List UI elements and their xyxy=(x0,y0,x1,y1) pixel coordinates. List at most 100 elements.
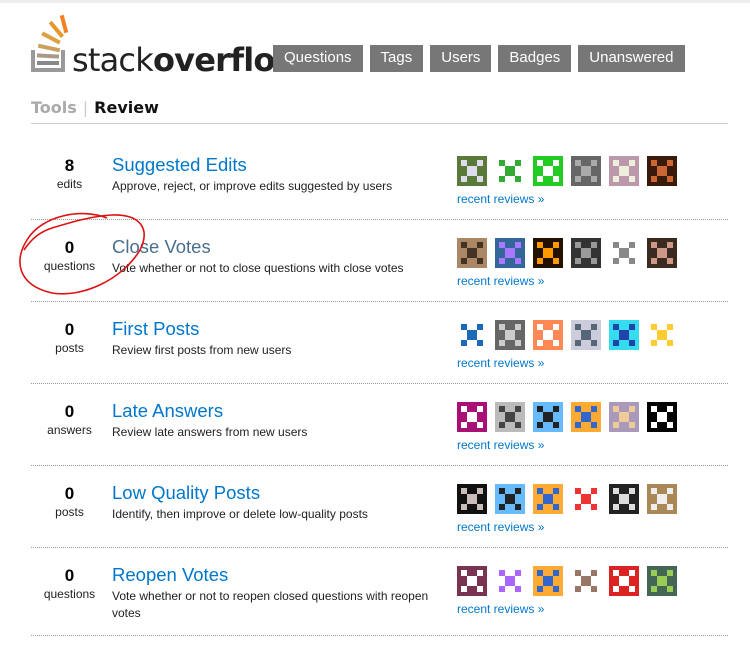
nav-tags[interactable]: Tags xyxy=(369,45,424,72)
queue-late-answers: 0 answers Late Answers Review late answer… xyxy=(31,384,728,466)
user-avatar[interactable] xyxy=(533,238,563,268)
queue-title-link[interactable]: Close Votes xyxy=(112,236,211,258)
user-avatar[interactable] xyxy=(457,320,487,350)
user-avatar[interactable] xyxy=(533,320,563,350)
queue-count: 0 questions xyxy=(31,238,108,274)
user-avatar[interactable] xyxy=(495,156,525,186)
count-number: 0 xyxy=(64,484,75,503)
nav-unanswered[interactable]: Unanswered xyxy=(578,45,685,72)
breadcrumb-tools[interactable]: Tools xyxy=(31,98,77,117)
reviewer-avatars xyxy=(457,566,677,596)
recent-reviews-link[interactable]: recent reviews » xyxy=(457,356,544,370)
queue-reopen-votes: 0 questions Reopen Votes Vote whether or … xyxy=(31,548,728,636)
queue-title-link[interactable]: First Posts xyxy=(112,318,199,340)
user-avatar[interactable] xyxy=(495,402,525,432)
header-divider xyxy=(31,123,728,124)
reviewer-avatars xyxy=(457,320,677,350)
count-unit: edits xyxy=(56,177,83,191)
user-avatar[interactable] xyxy=(533,156,563,186)
nav-users[interactable]: Users xyxy=(430,45,492,72)
queue-description: Identify, then improve or delete low-qua… xyxy=(112,507,368,521)
user-avatar[interactable] xyxy=(571,156,601,186)
top-border xyxy=(0,0,750,3)
user-avatar[interactable] xyxy=(647,238,677,268)
count-unit: posts xyxy=(55,341,84,355)
user-avatar[interactable] xyxy=(609,320,639,350)
review-queue-list: 8 edits Suggested Edits Approve, reject, … xyxy=(31,138,728,636)
recent-reviews-link[interactable]: recent reviews » xyxy=(457,192,544,206)
nav-questions[interactable]: Questions xyxy=(273,45,363,72)
count-number: 0 xyxy=(64,402,75,421)
count-number: 0 xyxy=(64,320,75,339)
user-avatar[interactable] xyxy=(571,402,601,432)
main-nav: Questions Tags Users Badges Unanswered xyxy=(273,45,685,72)
user-avatar[interactable] xyxy=(571,320,601,350)
user-avatar[interactable] xyxy=(495,320,525,350)
user-avatar[interactable] xyxy=(457,238,487,268)
user-avatar[interactable] xyxy=(457,484,487,514)
user-avatar[interactable] xyxy=(609,238,639,268)
user-avatar[interactable] xyxy=(609,156,639,186)
queue-count: 0 posts xyxy=(31,484,108,520)
count-unit: answers xyxy=(47,423,92,437)
stackoverflow-logo[interactable]: stackoverflow xyxy=(30,14,304,79)
user-avatar[interactable] xyxy=(533,484,563,514)
user-avatar[interactable] xyxy=(647,156,677,186)
user-avatar[interactable] xyxy=(647,566,677,596)
user-avatar[interactable] xyxy=(571,238,601,268)
user-avatar[interactable] xyxy=(571,484,601,514)
queue-title-link[interactable]: Reopen Votes xyxy=(112,564,228,586)
breadcrumb: Tools | Review xyxy=(31,98,159,117)
queue-description: Review first posts from new users xyxy=(112,343,292,357)
user-avatar[interactable] xyxy=(609,566,639,596)
user-avatar[interactable] xyxy=(533,402,563,432)
user-avatar[interactable] xyxy=(609,484,639,514)
recent-reviews-link[interactable]: recent reviews » xyxy=(457,520,544,534)
queue-low-quality-posts: 0 posts Low Quality Posts Identify, then … xyxy=(31,466,728,548)
queue-title-link[interactable]: Late Answers xyxy=(112,400,223,422)
queue-count: 8 edits xyxy=(31,156,108,192)
reviewer-avatars xyxy=(457,156,677,186)
breadcrumb-separator: | xyxy=(82,98,89,117)
user-avatar[interactable] xyxy=(647,402,677,432)
queue-close-votes: 0 questions Close Votes Vote whether or n… xyxy=(31,220,728,302)
logo-wordmark: stackoverflow xyxy=(72,40,304,80)
count-number: 8 xyxy=(64,156,75,175)
queue-description: Vote whether or not to reopen closed que… xyxy=(112,589,429,620)
count-unit: posts xyxy=(55,505,84,519)
stack-logo-icon xyxy=(31,14,69,72)
user-avatar[interactable] xyxy=(457,566,487,596)
queue-count: 0 posts xyxy=(31,320,108,356)
reviewer-avatars xyxy=(457,238,677,268)
nav-badges[interactable]: Badges xyxy=(498,45,572,72)
queue-count: 0 answers xyxy=(31,402,108,438)
user-avatar[interactable] xyxy=(457,402,487,432)
user-avatar[interactable] xyxy=(495,566,525,596)
user-avatar[interactable] xyxy=(457,156,487,186)
queue-suggested-edits: 8 edits Suggested Edits Approve, reject, … xyxy=(31,138,728,220)
reviewer-avatars xyxy=(457,402,677,432)
user-avatar[interactable] xyxy=(647,320,677,350)
user-avatar[interactable] xyxy=(647,484,677,514)
recent-reviews-link[interactable]: recent reviews » xyxy=(457,274,544,288)
user-avatar[interactable] xyxy=(495,484,525,514)
count-number: 0 xyxy=(64,238,75,257)
logo-text-light: stack xyxy=(72,41,154,79)
recent-reviews-link[interactable]: recent reviews » xyxy=(457,438,544,452)
recent-reviews-link[interactable]: recent reviews » xyxy=(457,602,544,616)
reviewer-avatars xyxy=(457,484,677,514)
user-avatar[interactable] xyxy=(495,238,525,268)
count-unit: questions xyxy=(43,587,96,601)
user-avatar[interactable] xyxy=(609,402,639,432)
queue-title-link[interactable]: Low Quality Posts xyxy=(112,482,260,504)
count-number: 0 xyxy=(64,566,75,585)
queue-first-posts: 0 posts First Posts Review first posts fr… xyxy=(31,302,728,384)
user-avatar[interactable] xyxy=(533,566,563,596)
queue-count: 0 questions xyxy=(31,566,108,602)
user-avatar[interactable] xyxy=(571,566,601,596)
count-unit: questions xyxy=(43,259,96,273)
queue-description: Review late answers from new users xyxy=(112,425,308,439)
queue-description: Approve, reject, or improve edits sugges… xyxy=(112,179,393,193)
queue-title-link[interactable]: Suggested Edits xyxy=(112,154,247,176)
breadcrumb-review: Review xyxy=(94,98,159,117)
